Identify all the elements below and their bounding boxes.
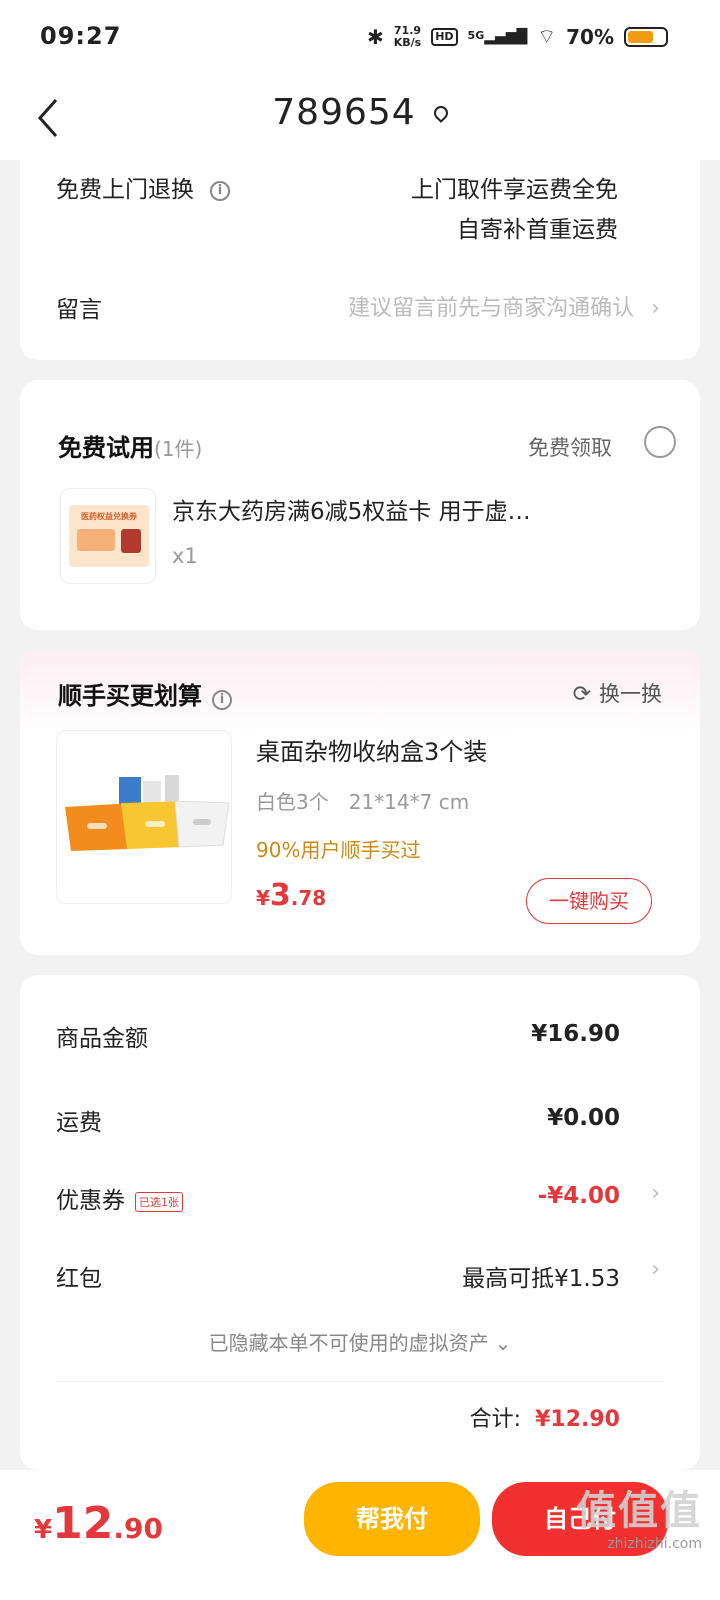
hd-icon: HD (431, 27, 458, 46)
refresh-button[interactable]: ⟳ 换一换 (573, 678, 662, 708)
total-value: ¥12.90 (535, 1407, 620, 1432)
trial-item-qty: x1 (172, 544, 198, 568)
coupon-badge: 已选1张 (135, 1191, 183, 1212)
info-icon[interactable]: i (210, 180, 230, 201)
trial-item-title[interactable]: 京东大药房满6减5权益卡 用于虚… (172, 492, 652, 526)
message-input[interactable]: 建议留言前先与商家沟通确认 › (348, 290, 660, 322)
coupon-row[interactable]: 优惠券 已选1张 (56, 1181, 183, 1215)
total-row: 合计: ¥12.90 (470, 1401, 620, 1433)
hidden-assets-text: 已隐藏本单不可使用的虚拟资产 (208, 1331, 489, 1355)
chevron-down-icon: ⌄ (494, 1331, 512, 1355)
bluetooth-icon: ✱ (366, 24, 384, 49)
free-trial-count: (1件) (154, 437, 203, 461)
cell-signal-icon: 5G▂▄▆█ (467, 28, 528, 45)
free-claim-checkbox[interactable] (644, 426, 676, 458)
page-title[interactable]: 789654 (0, 92, 720, 133)
info-icon[interactable]: i (212, 689, 232, 710)
shipping-value: ¥0.00 (547, 1105, 620, 1131)
trial-item-thumbnail: 医药权益兑换券 (60, 488, 156, 584)
bottom-price-dec: .90 (113, 1512, 163, 1545)
summary-divider (56, 1381, 664, 1382)
product-price-int: 3 (269, 878, 291, 913)
bottom-price-symbol: ¥ (34, 1515, 53, 1545)
trial-thumb-text: 医药权益兑换券 (81, 512, 137, 521)
order-summary-card: 商品金额 ¥16.90 运费 ¥0.00 优惠券 已选1张 -¥4.00 › 红包… (20, 975, 700, 1470)
product-price-dec: .78 (290, 886, 327, 910)
buy-together-title: 顺手买更划算 (58, 682, 202, 710)
help-me-pay-button[interactable]: 帮我付 (304, 1482, 480, 1556)
free-trial-title: 免费试用 (58, 434, 154, 462)
free-return-label: 免费上门退换 (56, 177, 194, 203)
refresh-icon: ⟳ (572, 682, 591, 707)
net-speed: 71.9 KB/s (393, 23, 422, 49)
trial-thumb-bar (77, 529, 115, 551)
status-time: 09:27 (40, 22, 122, 50)
message-label: 留言 (56, 297, 102, 323)
total-label: 合计: (469, 1407, 522, 1432)
free-trial-header: 免费试用(1件) (58, 428, 202, 463)
wifi-icon: ⌔ (537, 24, 557, 48)
product-spec: 白色3个 21*14*7 cm (256, 790, 470, 814)
bottom-price-int: 12 (52, 1498, 114, 1549)
address-title: 789654 (272, 92, 416, 133)
shipping-label: 运费 (56, 1110, 102, 1136)
bottom-bar: ¥12.90 帮我付 自己付 值值值 zhizhizhi.com (0, 1470, 720, 1600)
storage-box-image (65, 775, 230, 851)
goods-amount-label: 商品金额 (56, 1026, 148, 1052)
watermark: 值值值 zhizhizhi.com (576, 1478, 702, 1552)
goods-amount-value: ¥16.90 (531, 1021, 620, 1047)
chevron-right-icon: › (651, 296, 660, 321)
chevron-right-icon: › (651, 1257, 660, 1282)
trial-thumb-art: 医药权益兑换券 (69, 505, 149, 567)
status-icons: ✱ 71.9 KB/s HD 5G▂▄▆█ ⌔ 70% (367, 24, 668, 49)
coupon-value[interactable]: -¥4.00 (538, 1183, 620, 1209)
free-return-line2: 自寄补首重运费 (457, 217, 618, 243)
buy-together-header: 顺手买更划算 i (58, 676, 232, 711)
free-return-line1: 上门取件享运费全免 (411, 177, 618, 203)
signal-label: 5G (467, 28, 485, 42)
bottom-price: ¥12.90 (34, 1498, 163, 1549)
battery-percent: 70% (566, 24, 614, 49)
net-speed-unit: KB/s (393, 35, 422, 49)
free-trial-card: 免费试用(1件) 免费领取 医药权益兑换券 京东大药房满6减5权益卡 用于虚… … (20, 380, 700, 630)
product-price: ¥3.78 (256, 878, 326, 913)
nav-bar: 789654 (0, 78, 720, 160)
battery-level (628, 30, 654, 43)
location-pin-icon (430, 103, 451, 123)
service-card: 免费上门退换 i 上门取件享运费全免 自寄补首重运费 留言 建议留言前先与商家沟通… (20, 150, 700, 360)
battery-icon (624, 26, 668, 47)
refresh-label: 换一换 (599, 682, 662, 706)
net-speed-value: 71.9 (393, 23, 422, 37)
one-click-buy-button[interactable]: 一键购买 (526, 878, 652, 924)
redpacket-label: 红包 (56, 1266, 102, 1292)
status-bar: 09:27 ✱ 71.9 KB/s HD 5G▂▄▆█ ⌔ 70% (0, 0, 720, 78)
product-price-symbol: ¥ (256, 886, 270, 910)
redpacket-value[interactable]: 最高可抵¥1.53 (462, 1259, 620, 1293)
buy-together-card: 顺手买更划算 i ⟳ 换一换 桌面杂物收纳盒3个装 白色3个 21*14*7 cm … (20, 650, 700, 955)
watermark-logo: 值值值 (576, 1488, 702, 1534)
chevron-right-icon: › (651, 1181, 660, 1206)
product-title[interactable]: 桌面杂物收纳盒3个装 (256, 732, 487, 767)
coupon-label: 优惠券 (56, 1188, 125, 1214)
hidden-assets-toggle[interactable]: 已隐藏本单不可使用的虚拟资产 ⌄ (20, 1327, 700, 1356)
free-claim-label[interactable]: 免费领取 (528, 432, 612, 462)
trial-thumb-bag (121, 529, 141, 553)
product-thumbnail[interactable] (56, 730, 232, 904)
message-placeholder: 建议留言前先与商家沟通确认 (348, 296, 635, 321)
product-hint: 90%用户顺手买过 (256, 838, 421, 862)
watermark-url: zhizhizhi.com (607, 1536, 702, 1552)
free-return-row: 免费上门退换 i (56, 170, 230, 204)
